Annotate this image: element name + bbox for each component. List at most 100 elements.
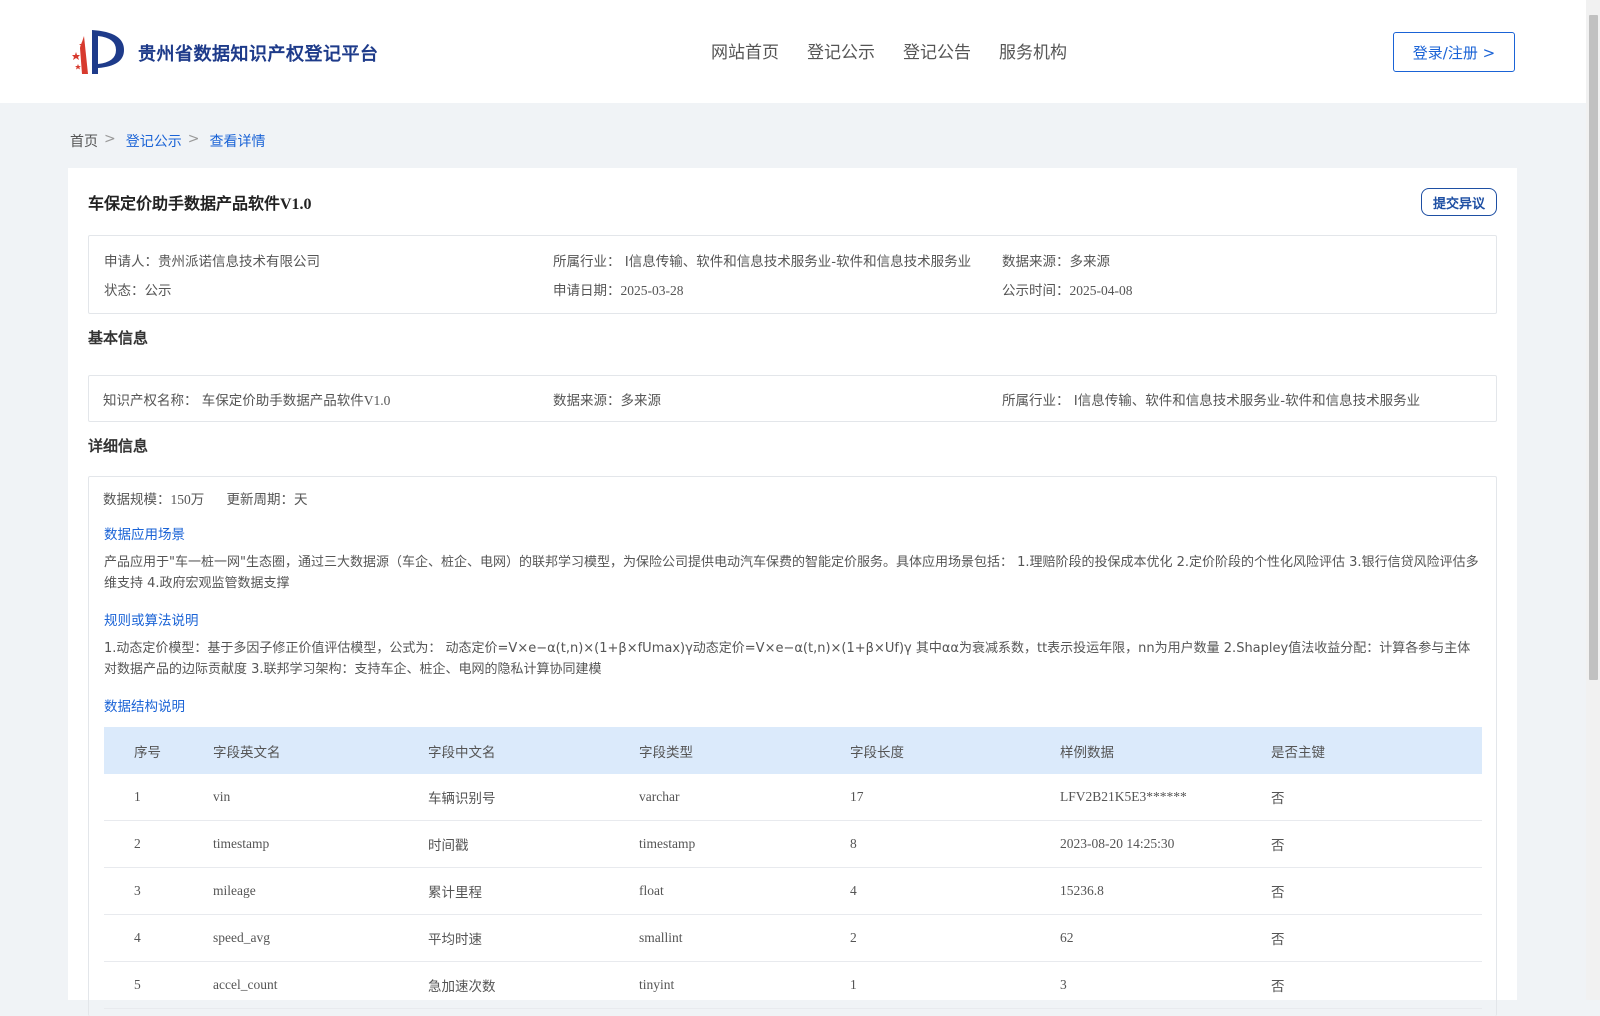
cell-index: 3 <box>134 883 141 898</box>
cell-index: 1 <box>134 789 141 804</box>
main-nav: 网站首页 登记公示 登记公告 服务机构 <box>711 38 1067 63</box>
basic-industry-field: 所属行业： I信息传输、软件和信息技术服务业-软件和信息技术服务业 <box>1002 389 1420 409</box>
cell-primary-key: 否 <box>1271 979 1285 995</box>
cell-field-en: timestamp <box>213 836 270 851</box>
status-field: 状态：公示 <box>104 279 172 299</box>
breadcrumb-home[interactable]: 首页 <box>70 131 98 151</box>
basic-industry-value: I信息传输、软件和信息技术服务业-软件和信息技术服务业 <box>1073 393 1421 409</box>
cell-field-length: 4 <box>850 883 857 898</box>
page-scrollbar[interactable] <box>1586 0 1600 1000</box>
header-field-cn: 字段中文名 <box>428 744 496 761</box>
cell-sample: LFV2B21K5E3****** <box>1060 789 1187 804</box>
apply-date-value: 2025-03-28 <box>620 283 684 298</box>
cell-field-length: 1 <box>850 977 857 992</box>
site-header: 贵州省数据知识产权登记平台 网站首页 登记公示 登记公告 服务机构 登录/注册 … <box>0 0 1586 103</box>
industry-field: 所属行业： I信息传输、软件和信息技术服务业-软件和信息技术服务业 <box>553 250 971 270</box>
cell-primary-key: 否 <box>1271 791 1285 807</box>
detail-info-box: 数据规模：150万 更新周期：天 数据应用场景 产品应用于"车一桩一网"生态圈，… <box>88 476 1497 1016</box>
login-register-button[interactable]: 登录/注册 > <box>1393 32 1515 72</box>
apply-date-field: 申请日期：2025-03-28 <box>553 279 684 299</box>
breadcrumb-registration-public[interactable]: 登记公示 <box>126 131 182 151</box>
cell-field-cn: 急加速次数 <box>428 979 496 995</box>
cell-sample: 3 <box>1060 977 1067 992</box>
header-field-en: 字段英文名 <box>213 744 281 761</box>
source-label: 数据来源： <box>1002 254 1070 270</box>
cell-field-en: speed_avg <box>213 930 270 945</box>
cell-field-en: vin <box>213 789 231 804</box>
cell-sample: 2023-08-20 14:25:30 <box>1060 836 1175 851</box>
scale-value: 150万 <box>170 492 205 507</box>
ip-name-label: 知识产权名称： <box>103 393 198 409</box>
table-row: 1 vin 车辆识别号 varchar 17 LFV2B21K5E3****** 否 <box>104 774 1482 821</box>
ip-name-field: 知识产权名称： 车保定价助手数据产品软件V1.0 <box>103 389 390 409</box>
cell-sample: 15236.8 <box>1060 883 1104 898</box>
cell-field-cn: 车辆识别号 <box>428 791 496 807</box>
industry-value: I信息传输、软件和信息技术服务业-软件和信息技术服务业 <box>624 254 972 270</box>
cell-field-type: tinyint <box>639 977 675 992</box>
header-field-type: 字段类型 <box>639 744 693 761</box>
cell-index: 4 <box>134 930 141 945</box>
applicant-label: 申请人： <box>104 254 158 270</box>
breadcrumb-separator: > <box>187 131 200 147</box>
basic-source-value: 多来源 <box>620 393 662 409</box>
cell-field-en: accel_count <box>213 977 278 992</box>
header-field-length: 字段长度 <box>850 744 904 761</box>
basic-info-box: 知识产权名称： 车保定价助手数据产品软件V1.0 数据来源：多来源 所属行业： … <box>88 375 1497 422</box>
nav-service-agencies[interactable]: 服务机构 <box>999 38 1067 63</box>
apply-date-label: 申请日期： <box>553 283 621 299</box>
scale-cycle-field: 数据规模：150万 更新周期：天 <box>103 488 308 508</box>
industry-label: 所属行业： <box>553 254 621 270</box>
breadcrumb-view-detail[interactable]: 查看详情 <box>209 131 265 151</box>
cell-index: 5 <box>134 977 141 992</box>
breadcrumb: 首页 > 登记公示 > 查看详情 <box>70 131 265 151</box>
basic-info-heading: 基本信息 <box>88 329 149 347</box>
header-sample: 样例数据 <box>1060 744 1114 761</box>
applicant-value: 贵州派诺信息技术有限公司 <box>158 254 320 270</box>
ip-name-value: 车保定价助手数据产品软件V1.0 <box>201 393 391 408</box>
data-structure-table: 序号 字段英文名 字段中文名 字段类型 字段长度 样例数据 是否主键 1 vin 车… <box>104 727 1482 1009</box>
scene-text: 产品应用于"车一桩一网"生态圈，通过三大数据源（车企、桩企、电网）的联邦学习模型… <box>104 555 1479 591</box>
table-row: 5 accel_count 急加速次数 tinyint 1 3 否 <box>104 962 1482 1009</box>
basic-source-field: 数据来源：多来源 <box>553 389 661 409</box>
table-body: 1 vin 车辆识别号 varchar 17 LFV2B21K5E3****** 否 2 tim… <box>104 774 1482 1009</box>
cell-primary-key: 否 <box>1271 885 1285 901</box>
cell-field-length: 17 <box>850 789 864 804</box>
platform-logo-icon[interactable] <box>70 26 130 78</box>
scrollbar-thumb[interactable] <box>1589 15 1598 680</box>
cycle-label: 更新周期： <box>226 492 295 508</box>
cell-sample: 62 <box>1060 930 1074 945</box>
publish-date-field: 公示时间：2025-04-08 <box>1002 279 1133 299</box>
site-name[interactable]: 贵州省数据知识产权登记平台 <box>138 40 379 66</box>
header-primary-key: 是否主键 <box>1271 744 1325 761</box>
table-header-row: 序号 字段英文名 字段中文名 字段类型 字段长度 样例数据 是否主键 <box>104 727 1482 774</box>
cell-field-length: 2 <box>850 930 857 945</box>
table-row: 3 mileage 累计里程 float 4 15236.8 否 <box>104 868 1482 915</box>
table-row: 2 timestamp 时间戳 timestamp 8 2023-08-20 14:25:… <box>104 821 1482 868</box>
cell-field-type: varchar <box>639 789 680 804</box>
cell-field-type: float <box>639 883 664 898</box>
scale-label: 数据规模： <box>103 492 171 508</box>
breadcrumb-separator: > <box>104 131 116 147</box>
cell-primary-key: 否 <box>1271 932 1285 948</box>
publish-date-label: 公示时间： <box>1002 283 1070 299</box>
cell-primary-key: 否 <box>1271 838 1285 854</box>
nav-registration-public[interactable]: 登记公示 <box>807 38 875 63</box>
basic-industry-label: 所属行业： <box>1002 393 1070 409</box>
cell-field-cn: 时间戳 <box>428 838 469 854</box>
source-field: 数据来源：多来源 <box>1002 250 1110 270</box>
nav-home[interactable]: 网站首页 <box>711 38 779 63</box>
table-row: 4 speed_avg 平均时速 smallint 2 62 否 <box>104 915 1482 962</box>
detail-info-heading: 详细信息 <box>88 437 149 455</box>
basic-source-label: 数据来源： <box>553 393 621 409</box>
status-value: 公示 <box>144 283 172 299</box>
applicant-field: 申请人：贵州派诺信息技术有限公司 <box>104 250 320 270</box>
submit-objection-button[interactable]: 提交异议 <box>1421 188 1497 216</box>
scene-heading: 数据应用场景 <box>104 527 185 543</box>
cell-field-type: smallint <box>639 930 683 945</box>
page-title: 车保定价助手数据产品软件V1.0 <box>88 196 312 213</box>
rule-heading: 规则或算法说明 <box>104 613 199 629</box>
header-index: 序号 <box>134 744 161 761</box>
status-label: 状态： <box>104 283 145 299</box>
cell-field-length: 8 <box>850 836 857 851</box>
nav-registration-notice[interactable]: 登记公告 <box>903 38 971 63</box>
